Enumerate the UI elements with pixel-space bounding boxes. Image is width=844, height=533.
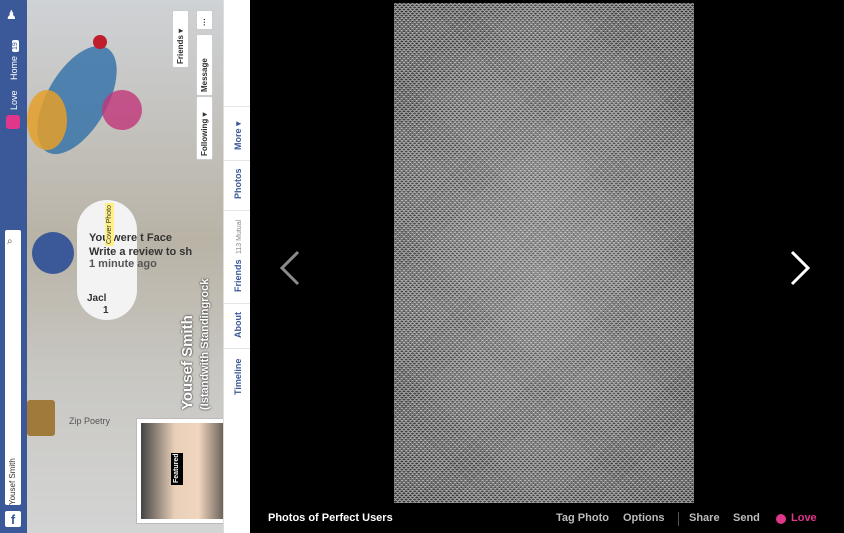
message-button[interactable]: Message bbox=[196, 34, 213, 96]
home-label: Home bbox=[9, 55, 19, 80]
chevron-left-icon[interactable] bbox=[278, 248, 302, 295]
divider bbox=[224, 210, 251, 211]
cover-art-shape bbox=[27, 400, 55, 436]
divider bbox=[678, 512, 679, 526]
heart-icon[interactable] bbox=[776, 514, 786, 524]
more-options-button[interactable]: ··· bbox=[196, 10, 213, 30]
options-button[interactable]: Options bbox=[623, 512, 665, 524]
love-link[interactable]: Love bbox=[9, 90, 19, 110]
following-button[interactable]: Following ▾ bbox=[196, 96, 213, 160]
friend-requests-icon[interactable]: ♟ bbox=[6, 8, 20, 26]
cover-text: 1 bbox=[103, 305, 109, 316]
cover-text: Write a review to sh bbox=[89, 246, 193, 258]
tab-friends-label: Friends bbox=[233, 259, 243, 292]
tab-photos[interactable]: Photos bbox=[233, 169, 243, 200]
cover-text: You were t Face bbox=[89, 232, 172, 244]
cover-art-shape bbox=[27, 90, 67, 150]
send-button[interactable]: Send bbox=[733, 512, 760, 524]
more-options-label: ··· bbox=[200, 18, 209, 26]
cover-text: Zip Poetry bbox=[69, 416, 111, 426]
following-button-label: Following ▾ bbox=[200, 112, 209, 156]
profile-subtitle: (Istandwith Standingrock bbox=[199, 278, 211, 410]
featured-label: Featured bbox=[173, 453, 180, 483]
profile-tabs: Timeline About Friends 113 Mutual Photos… bbox=[223, 0, 251, 533]
facebook-logo-icon[interactable]: f bbox=[5, 511, 21, 527]
divider bbox=[224, 348, 251, 349]
cover-text: Jacl bbox=[87, 293, 107, 304]
divider bbox=[224, 160, 251, 161]
search-icon[interactable]: ⌕ bbox=[7, 236, 17, 247]
friends-button-label: Friends ▾ bbox=[176, 28, 185, 64]
tag-photo-button[interactable]: Tag Photo bbox=[556, 512, 609, 524]
tab-timeline[interactable]: Timeline bbox=[233, 359, 243, 395]
album-title[interactable]: Photos of Perfect Users bbox=[268, 512, 393, 524]
share-button[interactable]: Share bbox=[689, 512, 720, 524]
cover-photo-label: Cover Photo bbox=[105, 203, 114, 246]
profile-name[interactable]: Yousef Smith bbox=[179, 315, 196, 410]
divider bbox=[224, 303, 251, 304]
love-button[interactable]: Love bbox=[791, 512, 817, 524]
user-name-link[interactable]: Yousef Smith bbox=[8, 458, 17, 505]
cover-art-shape bbox=[102, 90, 142, 130]
facebook-top-bar: f Yousef Smith ⌕ Home 19 Love ♟ bbox=[0, 0, 27, 533]
tab-friends[interactable]: Friends 113 Mutual bbox=[233, 220, 243, 292]
featured-tag: Featured bbox=[171, 453, 183, 485]
message-button-label: Message bbox=[200, 58, 209, 92]
divider bbox=[224, 106, 251, 107]
love-icon[interactable] bbox=[6, 115, 20, 129]
home-link[interactable]: Home 19 bbox=[9, 40, 19, 80]
tab-about[interactable]: About bbox=[233, 312, 243, 338]
home-count-badge: 19 bbox=[12, 40, 19, 52]
chevron-right-icon[interactable] bbox=[788, 248, 812, 295]
friends-button[interactable]: Friends ▾ bbox=[172, 10, 189, 68]
cover-text: 1 minute ago bbox=[89, 258, 157, 270]
photo-image[interactable] bbox=[394, 3, 694, 503]
tab-more[interactable]: More ▾ bbox=[233, 121, 244, 150]
cover-facebook-logo bbox=[32, 232, 74, 274]
friends-count: 113 Mutual bbox=[236, 219, 243, 254]
cover-art-shape bbox=[93, 35, 107, 49]
